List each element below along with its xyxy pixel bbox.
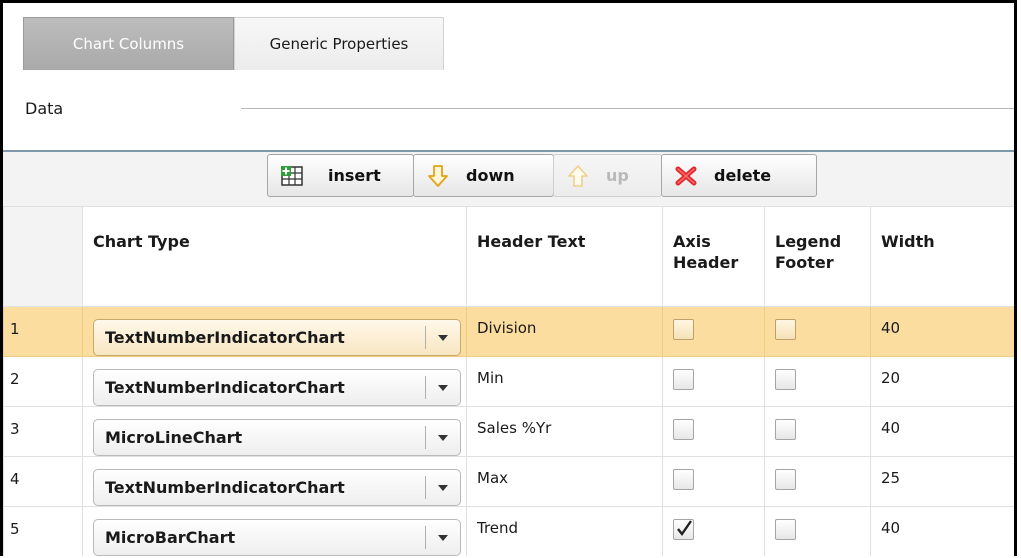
chart-type-value: TextNumberIndicatorChart bbox=[105, 478, 345, 497]
chart-type-cell: MicroLineChart bbox=[82, 406, 467, 457]
table-row[interactable]: 2 TextNumberIndicatorChart Min 20 bbox=[3, 356, 1014, 407]
chart-type-cell: TextNumberIndicatorChart bbox=[82, 456, 467, 507]
axis-header-checkbox[interactable] bbox=[673, 469, 694, 490]
header-text-cell[interactable]: Division bbox=[466, 306, 663, 357]
legend-footer-cell bbox=[764, 356, 871, 407]
tab-generic-properties[interactable]: Generic Properties bbox=[234, 17, 444, 70]
width-cell[interactable]: 20 bbox=[870, 356, 1014, 407]
up-button[interactable]: up bbox=[553, 154, 662, 197]
chart-type-select[interactable]: TextNumberIndicatorChart bbox=[93, 319, 461, 356]
chevron-down-icon[interactable] bbox=[426, 384, 460, 392]
chart-type-value: TextNumberIndicatorChart bbox=[105, 328, 345, 347]
row-number: 4 bbox=[3, 456, 83, 507]
arrow-down-icon bbox=[424, 164, 452, 188]
chart-type-select[interactable]: MicroLineChart bbox=[93, 419, 461, 456]
checkmark-icon bbox=[677, 520, 692, 537]
column-header-axis-header[interactable]: Axis Header bbox=[662, 206, 765, 307]
row-number: 3 bbox=[3, 406, 83, 457]
table-row[interactable]: 1 TextNumberIndicatorChart Division 40 bbox=[3, 306, 1014, 357]
column-header-header-text[interactable]: Header Text bbox=[466, 206, 663, 307]
axis-header-label: Axis Header bbox=[673, 232, 739, 272]
delete-button[interactable]: delete bbox=[661, 154, 817, 197]
down-button[interactable]: down bbox=[413, 154, 554, 197]
section-divider bbox=[241, 108, 1014, 109]
grid-header-row: Chart Type Header Text Axis Header Legen… bbox=[3, 206, 1014, 307]
row-number: 1 bbox=[3, 306, 83, 357]
chart-columns-grid: Chart Type Header Text Axis Header Legen… bbox=[3, 206, 1014, 556]
insert-label: insert bbox=[328, 166, 381, 185]
table-row[interactable]: 3 MicroLineChart Sales %Yr 40 bbox=[3, 406, 1014, 457]
legend-footer-label: Legend Footer bbox=[775, 232, 842, 272]
legend-footer-cell bbox=[764, 456, 871, 507]
down-label: down bbox=[466, 166, 515, 185]
chevron-down-icon[interactable] bbox=[426, 334, 460, 342]
column-header-chart-type[interactable]: Chart Type bbox=[82, 206, 467, 307]
delete-x-icon bbox=[672, 164, 700, 188]
chart-type-cell: TextNumberIndicatorChart bbox=[82, 306, 467, 357]
column-header-width[interactable]: Width bbox=[870, 206, 1014, 307]
axis-header-cell bbox=[662, 406, 765, 457]
chart-type-value: MicroLineChart bbox=[105, 428, 243, 447]
chart-type-select[interactable]: TextNumberIndicatorChart bbox=[93, 369, 461, 406]
chart-type-value: TextNumberIndicatorChart bbox=[105, 378, 345, 397]
chart-type-select[interactable]: TextNumberIndicatorChart bbox=[93, 469, 461, 506]
legend-footer-cell bbox=[764, 406, 871, 457]
legend-footer-checkbox[interactable] bbox=[775, 469, 796, 490]
table-row[interactable]: 4 TextNumberIndicatorChart Max 25 bbox=[3, 456, 1014, 507]
toolbar: insert down up delete bbox=[267, 154, 817, 197]
axis-header-cell bbox=[662, 356, 765, 407]
chart-type-cell: TextNumberIndicatorChart bbox=[82, 356, 467, 407]
width-cell[interactable]: 40 bbox=[870, 306, 1014, 357]
section-title: Data bbox=[25, 99, 64, 118]
axis-header-checkbox[interactable] bbox=[673, 319, 694, 340]
axis-header-cell bbox=[662, 506, 765, 556]
chevron-down-icon[interactable] bbox=[426, 534, 460, 542]
insert-button[interactable]: insert bbox=[267, 154, 414, 197]
row-number: 2 bbox=[3, 356, 83, 407]
legend-footer-checkbox[interactable] bbox=[775, 369, 796, 390]
chevron-down-icon[interactable] bbox=[426, 434, 460, 442]
table-add-icon bbox=[278, 164, 306, 188]
legend-footer-cell bbox=[764, 506, 871, 556]
header-text-cell[interactable]: Trend bbox=[466, 506, 663, 556]
axis-header-cell bbox=[662, 456, 765, 507]
legend-footer-checkbox[interactable] bbox=[775, 519, 796, 540]
table-row[interactable]: 5 MicroBarChart Trend 40 bbox=[3, 506, 1014, 556]
axis-header-checkbox[interactable] bbox=[673, 519, 694, 540]
delete-label: delete bbox=[714, 166, 772, 185]
tab-chart-columns[interactable]: Chart Columns bbox=[23, 17, 234, 70]
header-text-cell[interactable]: Min bbox=[466, 356, 663, 407]
column-header-legend-footer[interactable]: Legend Footer bbox=[764, 206, 871, 307]
header-text-cell[interactable]: Max bbox=[466, 456, 663, 507]
up-label: up bbox=[606, 166, 629, 185]
chart-type-value: MicroBarChart bbox=[105, 528, 236, 547]
arrow-up-icon bbox=[564, 164, 592, 188]
chart-columns-panel: Chart Columns Generic Properties Data in… bbox=[0, 0, 1017, 556]
legend-footer-checkbox[interactable] bbox=[775, 419, 796, 440]
width-cell[interactable]: 25 bbox=[870, 456, 1014, 507]
chart-type-select[interactable]: MicroBarChart bbox=[93, 519, 461, 556]
legend-footer-cell bbox=[764, 306, 871, 357]
axis-header-checkbox[interactable] bbox=[673, 419, 694, 440]
width-cell[interactable]: 40 bbox=[870, 406, 1014, 457]
chevron-down-icon[interactable] bbox=[426, 484, 460, 492]
header-text-cell[interactable]: Sales %Yr bbox=[466, 406, 663, 457]
legend-footer-checkbox[interactable] bbox=[775, 319, 796, 340]
axis-header-checkbox[interactable] bbox=[673, 369, 694, 390]
width-cell[interactable]: 40 bbox=[870, 506, 1014, 556]
chart-type-cell: MicroBarChart bbox=[82, 506, 467, 556]
column-header-index bbox=[3, 206, 83, 307]
row-number: 5 bbox=[3, 506, 83, 556]
axis-header-cell bbox=[662, 306, 765, 357]
